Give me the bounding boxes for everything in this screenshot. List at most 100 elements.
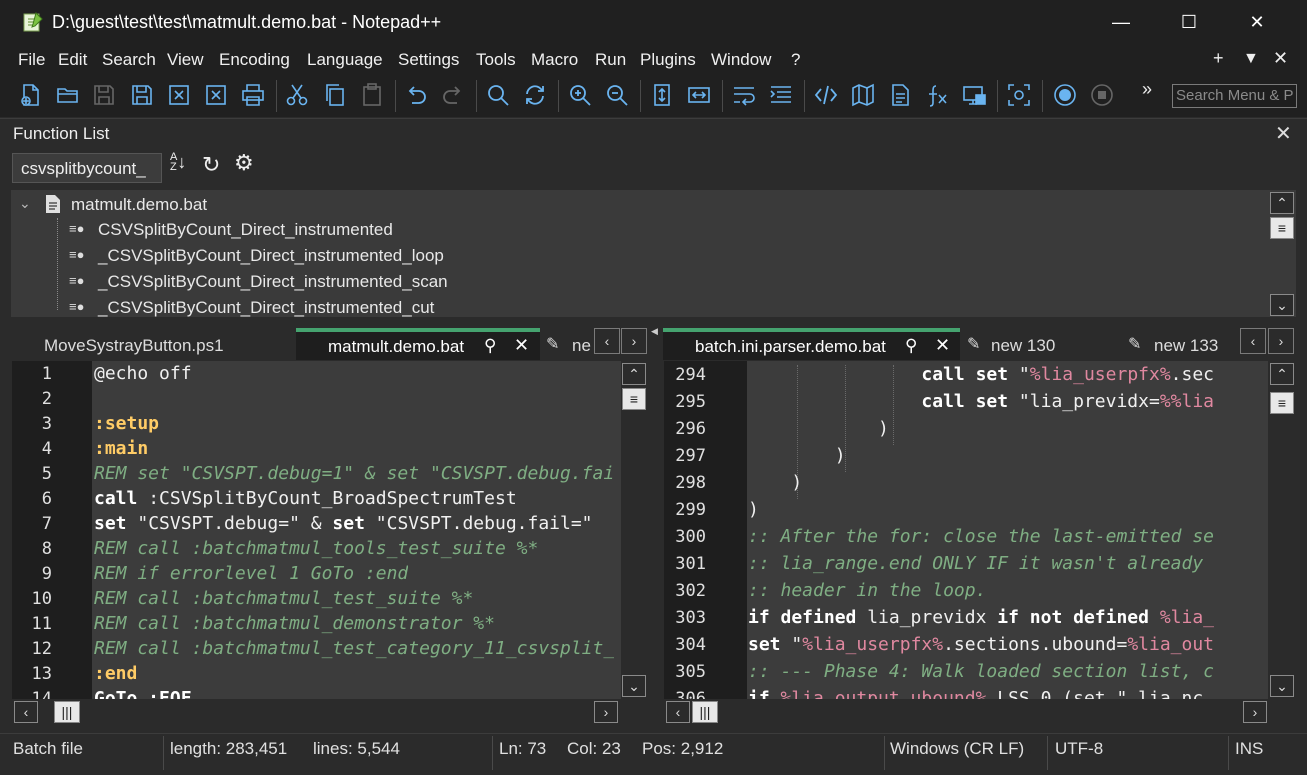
menu-run[interactable]: Run: [595, 50, 626, 70]
status-encoding[interactable]: UTF-8: [1055, 739, 1103, 759]
tab-close-icon[interactable]: ✕: [935, 335, 950, 356]
sync-horizontal-icon[interactable]: [684, 80, 714, 110]
scroll-thumb[interactable]: ≡: [1270, 217, 1294, 239]
paste-icon[interactable]: [357, 80, 387, 110]
left-editor-vscrollbar[interactable]: [621, 361, 648, 699]
menu-view[interactable]: View: [167, 50, 204, 70]
stop-macro-icon[interactable]: [1087, 80, 1117, 110]
tab-batch-ini-parser[interactable]: batch.ini.parser.demo.bat ⚲ ✕: [663, 328, 960, 360]
scroll-thumb[interactable]: |||: [692, 701, 718, 723]
tab-scroll-left-button[interactable]: ‹: [594, 328, 620, 354]
xml-tags-icon[interactable]: [811, 80, 841, 110]
code-token: .sections.ubound=: [943, 634, 1128, 655]
sync-vertical-icon[interactable]: [647, 80, 677, 110]
pin-icon[interactable]: ⚲: [905, 336, 917, 356]
menu-settings[interactable]: Settings: [398, 50, 459, 70]
status-position[interactable]: Pos: 2,912: [642, 739, 723, 759]
document-map-icon[interactable]: [848, 80, 878, 110]
menu-file[interactable]: File: [18, 50, 45, 70]
scroll-thumb[interactable]: ≡: [622, 388, 646, 410]
maximize-button[interactable]: ☐: [1155, 0, 1223, 45]
scroll-right-button[interactable]: ›: [594, 701, 618, 723]
pin-icon[interactable]: ⚲: [484, 336, 496, 356]
scroll-left-button[interactable]: ‹: [14, 701, 38, 723]
scroll-thumb[interactable]: |||: [54, 701, 80, 723]
function-item[interactable]: _CSVSplitByCount_Direct_instrumented_loo…: [98, 246, 444, 266]
function-item[interactable]: _CSVSplitByCount_Direct_instrumented_sca…: [98, 272, 448, 292]
tab-scroll-left-button[interactable]: ‹: [1240, 328, 1266, 354]
scroll-thumb[interactable]: ≡: [1270, 392, 1294, 414]
status-eol[interactable]: Windows (CR LF): [890, 739, 1024, 759]
right-editor-hscrollbar[interactable]: [664, 700, 1268, 724]
menu-search[interactable]: Search: [102, 50, 156, 70]
tab-matmult-demo[interactable]: matmult.demo.bat ⚲ ✕: [296, 328, 540, 360]
undo-icon[interactable]: [401, 80, 431, 110]
scroll-left-button[interactable]: ‹: [666, 701, 690, 723]
tab-new-133[interactable]: ✎ new 133: [1124, 328, 1234, 360]
reload-icon[interactable]: ↻: [202, 152, 220, 178]
close-window-button[interactable]: ✕: [1223, 0, 1291, 45]
menu-encoding[interactable]: Encoding: [219, 50, 290, 70]
gear-icon[interactable]: ⚙: [234, 150, 254, 176]
search-menu-input[interactable]: Search Menu & P: [1172, 84, 1297, 108]
save-icon[interactable]: [89, 80, 119, 110]
left-editor-hscrollbar[interactable]: [12, 700, 621, 724]
menu-plugins[interactable]: Plugins: [640, 50, 696, 70]
menu-tools[interactable]: Tools: [476, 50, 516, 70]
toolbar-overflow-button[interactable]: »: [1142, 79, 1152, 100]
splitter-arrow-left-icon[interactable]: ◀: [651, 326, 658, 337]
document-list-icon[interactable]: [885, 80, 915, 110]
tab-close-icon[interactable]: ✕: [514, 335, 529, 356]
status-insert-mode[interactable]: INS: [1235, 739, 1263, 759]
folder-workspace-icon[interactable]: [959, 80, 989, 110]
function-item[interactable]: CSVSplitByCount_Direct_instrumented: [98, 220, 393, 240]
minimize-button[interactable]: —: [1087, 0, 1155, 45]
scroll-down-button[interactable]: ⌄: [1270, 294, 1294, 316]
new-tab-plus-button[interactable]: +: [1213, 48, 1224, 69]
function-list-search-input[interactable]: csvsplitbycount_: [12, 153, 162, 183]
chevron-down-icon[interactable]: ⌄: [19, 195, 31, 212]
close-document-button[interactable]: ✕: [1273, 48, 1288, 69]
tab-scroll-right-button[interactable]: ›: [1268, 328, 1294, 354]
menu-help[interactable]: ?: [791, 50, 800, 70]
scroll-down-button[interactable]: ⌄: [1270, 675, 1294, 697]
record-macro-icon[interactable]: [1050, 80, 1080, 110]
close-all-icon[interactable]: [201, 80, 231, 110]
scroll-up-button[interactable]: ⌃: [1270, 363, 1294, 385]
scroll-down-button[interactable]: ⌄: [622, 675, 646, 697]
status-column[interactable]: Col: 23: [567, 739, 621, 759]
tab-new-130[interactable]: ✎ new 130: [962, 328, 1122, 360]
tree-root-file[interactable]: matmult.demo.bat: [71, 195, 207, 215]
menu-edit[interactable]: Edit: [58, 50, 87, 70]
tab-movesystraybutton[interactable]: MoveSystrayButton.ps1: [12, 328, 294, 360]
tab-list-dropdown-button[interactable]: ▼: [1243, 50, 1259, 68]
copy-icon[interactable]: [320, 80, 350, 110]
replace-icon[interactable]: [520, 80, 550, 110]
scroll-right-button[interactable]: ›: [1243, 701, 1267, 723]
menu-window[interactable]: Window: [711, 50, 771, 70]
tab-new[interactable]: ✎ ne: [544, 328, 594, 360]
cut-icon[interactable]: [282, 80, 312, 110]
function-item[interactable]: _CSVSplitByCount_Direct_instrumented_cut: [98, 298, 434, 317]
menu-macro[interactable]: Macro: [531, 50, 578, 70]
redo-icon[interactable]: [438, 80, 468, 110]
tab-scroll-right-button[interactable]: ›: [621, 328, 647, 354]
word-wrap-icon[interactable]: [729, 80, 759, 110]
status-line-number[interactable]: Ln: 73: [499, 739, 546, 759]
monitor-icon[interactable]: [1004, 80, 1034, 110]
zoom-in-icon[interactable]: [565, 80, 595, 110]
scroll-up-button[interactable]: ⌃: [1270, 192, 1294, 214]
zoom-out-icon[interactable]: [602, 80, 632, 110]
open-file-icon[interactable]: [53, 80, 83, 110]
close-icon[interactable]: [164, 80, 194, 110]
sort-icon[interactable]: A Z↓: [170, 152, 186, 173]
new-file-icon[interactable]: [16, 80, 46, 110]
print-icon[interactable]: [238, 80, 268, 110]
find-icon[interactable]: [483, 80, 513, 110]
scroll-up-button[interactable]: ⌃: [622, 363, 646, 385]
function-list-close-button[interactable]: ✕: [1275, 121, 1292, 146]
menu-language[interactable]: Language: [307, 50, 383, 70]
function-list-icon[interactable]: [922, 80, 952, 110]
indent-guide-icon[interactable]: [766, 80, 796, 110]
save-all-icon[interactable]: [127, 80, 157, 110]
